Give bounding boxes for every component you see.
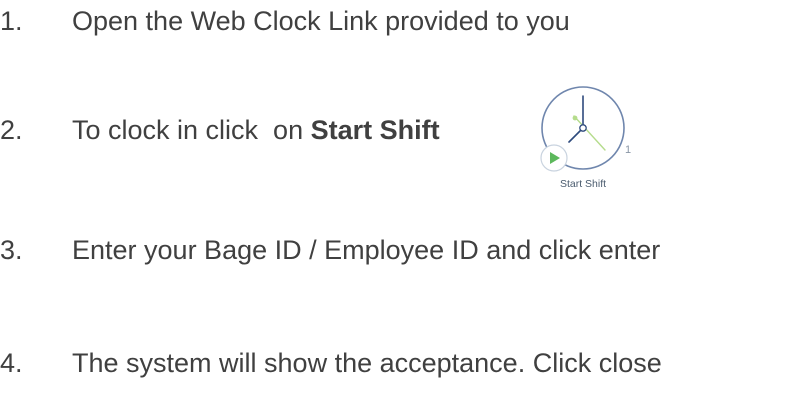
- step-number: 3.: [0, 235, 23, 265]
- step-text: Open the Web Clock Link provided to you: [72, 6, 570, 36]
- clock-numeral: 1: [625, 144, 631, 156]
- step-text: Enter your Bage ID / Employee ID and cli…: [72, 235, 661, 265]
- step-number: 4.: [0, 348, 23, 378]
- step-1: 1. Open the Web Clock Link provided to yo…: [0, 4, 570, 38]
- step-text: To clock in click on: [72, 115, 311, 145]
- step-4: 4. The system will show the acceptance. C…: [0, 346, 662, 380]
- start-shift-label: Start Shift: [559, 178, 607, 190]
- play-icon: [540, 144, 568, 172]
- start-shift-text: Start Shift: [310, 115, 440, 145]
- start-shift-button[interactable]: 1 Start Shift: [536, 86, 646, 190]
- step-number: 1.: [0, 6, 23, 36]
- step-2: 2. To clock in click on Start Shift: [0, 113, 440, 147]
- step-number: 2.: [0, 115, 23, 145]
- step-3: 3. Enter your Bage ID / Employee ID and c…: [0, 233, 660, 267]
- step-text: The system will show the acceptance. Cli…: [72, 348, 662, 378]
